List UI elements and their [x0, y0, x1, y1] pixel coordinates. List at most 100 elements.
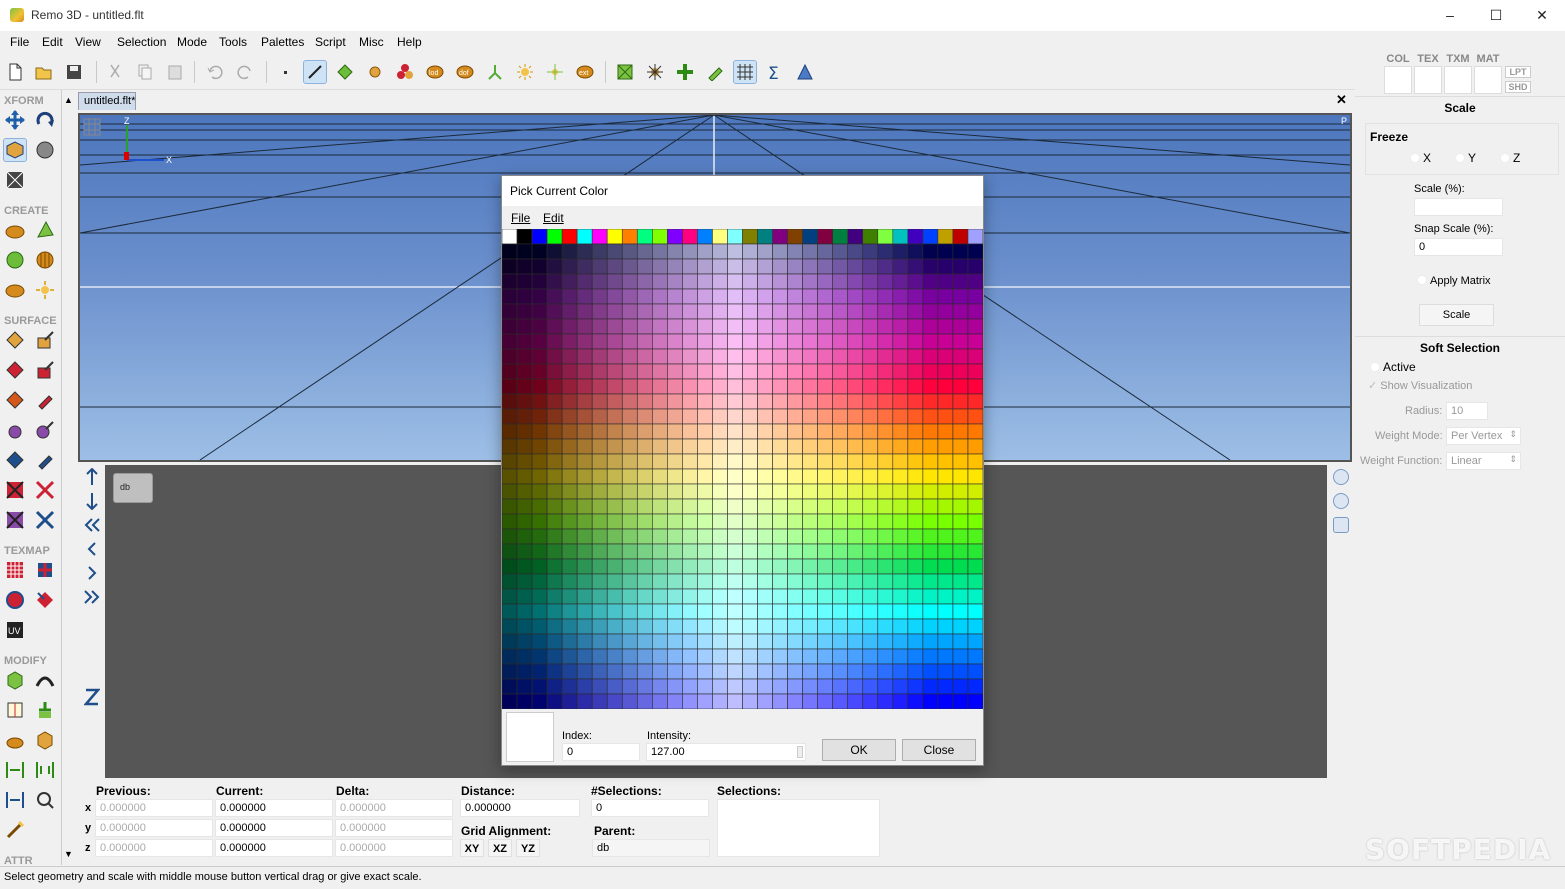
palette-swatch[interactable] [516, 573, 533, 590]
palette-swatch[interactable] [727, 693, 743, 710]
palette-swatch[interactable] [757, 468, 773, 485]
palette-swatch[interactable] [757, 318, 773, 335]
palette-swatch[interactable] [697, 693, 713, 710]
palette-swatch[interactable] [576, 663, 593, 680]
palette-swatch[interactable] [907, 543, 924, 560]
palette-swatch[interactable] [682, 663, 698, 680]
palette-swatch[interactable] [531, 573, 548, 590]
palette-swatch[interactable] [561, 363, 578, 380]
palette-swatch[interactable] [817, 468, 833, 485]
palette-swatch[interactable] [742, 513, 758, 530]
palette-swatch[interactable] [652, 288, 668, 305]
palette-swatch[interactable] [772, 498, 788, 515]
palette-swatch[interactable] [727, 618, 743, 635]
palette-swatch[interactable] [907, 393, 924, 410]
palette-swatch[interactable] [937, 333, 954, 350]
palette-swatch[interactable] [621, 318, 638, 335]
palette-swatch[interactable] [652, 243, 668, 260]
modify-wand-icon[interactable] [3, 818, 27, 842]
palette-swatch[interactable] [787, 663, 803, 680]
modify-measure-icon[interactable] [33, 788, 57, 812]
palette-swatch[interactable] [907, 693, 924, 710]
palette-swatch[interactable] [652, 333, 668, 350]
palette-swatch[interactable] [742, 333, 758, 350]
palette-swatch[interactable] [922, 258, 939, 275]
palette-swatch[interactable] [952, 243, 969, 260]
palette-swatch[interactable] [576, 273, 593, 290]
palette-swatch[interactable] [561, 348, 578, 365]
palette-swatch[interactable] [847, 453, 864, 470]
palette-swatch[interactable] [516, 333, 533, 350]
palette-swatch[interactable] [516, 618, 533, 635]
palette-swatch[interactable] [621, 333, 638, 350]
palette-swatch[interactable] [967, 303, 984, 320]
palette-swatch[interactable] [862, 303, 879, 320]
material-paint-icon[interactable] [3, 388, 27, 412]
selections-list[interactable] [717, 799, 880, 857]
palette-swatch[interactable] [652, 513, 668, 530]
palette-swatch[interactable] [546, 573, 563, 590]
palette-swatch[interactable] [787, 408, 803, 425]
palette-swatch[interactable] [862, 423, 879, 440]
palette-swatch-top[interactable] [787, 228, 803, 245]
palette-swatch[interactable] [667, 453, 683, 470]
palette-swatch[interactable] [817, 603, 833, 620]
palette-swatch[interactable] [877, 378, 894, 395]
palette-swatch[interactable] [922, 303, 939, 320]
palette-swatch[interactable] [847, 438, 864, 455]
palette-swatch-top[interactable] [546, 228, 563, 245]
palette-swatch[interactable] [667, 648, 683, 665]
palette-swatch[interactable] [937, 393, 954, 410]
palette-swatch[interactable] [516, 483, 533, 500]
palette-swatch[interactable] [561, 393, 578, 410]
palette-swatch[interactable] [787, 483, 803, 500]
palette-swatch[interactable] [952, 498, 969, 515]
palette-swatch[interactable] [937, 678, 954, 695]
ok-button[interactable]: OK [822, 739, 896, 761]
palette-swatch[interactable] [621, 618, 638, 635]
palette-swatch[interactable] [667, 258, 683, 275]
palette-swatch[interactable] [576, 363, 593, 380]
palette-swatch[interactable] [516, 528, 533, 545]
palette-swatch[interactable] [621, 288, 638, 305]
palette-swatch[interactable] [967, 618, 984, 635]
palette-swatch[interactable] [636, 378, 653, 395]
palette-swatch[interactable] [772, 663, 788, 680]
palette-swatch[interactable] [937, 528, 954, 545]
palette-swatch[interactable] [772, 318, 788, 335]
palette-swatch[interactable] [817, 393, 833, 410]
palette-swatch[interactable] [832, 603, 849, 620]
palette-swatch[interactable] [561, 333, 578, 350]
palette-swatch[interactable] [967, 633, 984, 650]
palette-swatch[interactable] [561, 603, 578, 620]
grid-yz-button[interactable]: YZ [516, 839, 540, 857]
palette-swatch[interactable] [576, 513, 593, 530]
palette-swatch[interactable] [501, 618, 518, 635]
palette-swatch[interactable] [862, 648, 879, 665]
palette-swatch[interactable] [516, 498, 533, 515]
palette-swatch[interactable] [636, 543, 653, 560]
arrow-down-icon[interactable] [82, 491, 102, 511]
palette-swatch[interactable] [742, 543, 758, 560]
palette-swatch[interactable] [531, 318, 548, 335]
palette-swatch[interactable] [667, 318, 683, 335]
palette-swatch[interactable] [697, 333, 713, 350]
palette-swatch[interactable] [967, 378, 984, 395]
palette-swatch[interactable] [712, 408, 728, 425]
palette-swatch[interactable] [667, 408, 683, 425]
palette-swatch[interactable] [697, 363, 713, 380]
weight-mode-select[interactable]: Per Vertex ⇕ [1446, 427, 1521, 445]
menu-palettes[interactable]: Palettes [261, 35, 304, 49]
palette-swatch[interactable] [546, 273, 563, 290]
left-icon[interactable] [82, 539, 102, 559]
palette-swatch[interactable] [862, 453, 879, 470]
radius-field[interactable]: 10 [1446, 402, 1488, 420]
palette-swatch[interactable] [621, 663, 638, 680]
bounding-box-icon[interactable] [613, 60, 637, 84]
palette-swatch-top[interactable] [817, 228, 833, 245]
palette-swatch[interactable] [787, 603, 803, 620]
palette-swatch[interactable] [802, 318, 818, 335]
palette-swatch[interactable] [682, 483, 698, 500]
palette-swatch[interactable] [817, 498, 833, 515]
palette-swatch[interactable] [546, 603, 563, 620]
